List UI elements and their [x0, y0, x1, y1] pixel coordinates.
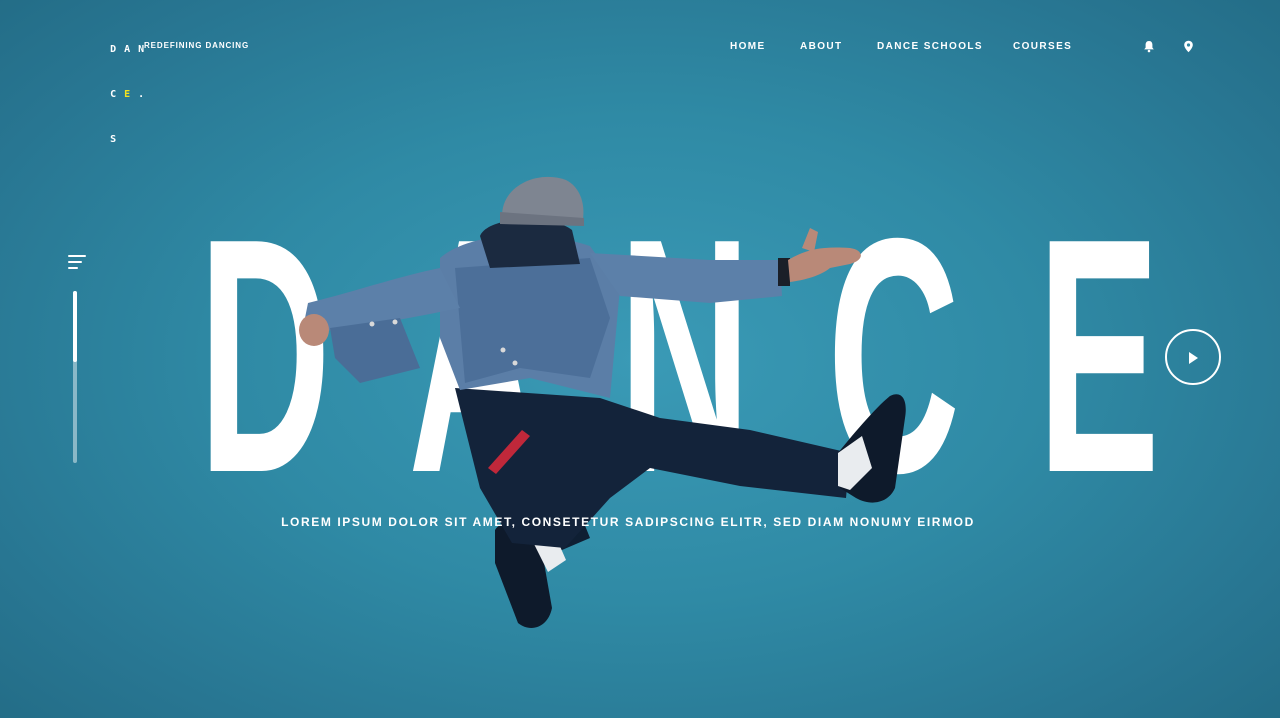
dancer-image [299, 176, 906, 628]
logo-letter: C [110, 89, 117, 100]
play-icon [1189, 352, 1198, 364]
nav-link-about[interactable]: ABOUT [800, 41, 843, 52]
logo-letter: . [138, 89, 145, 100]
hero-letter: D [198, 169, 332, 542]
logo-letter: S [110, 134, 117, 145]
nav-link-home[interactable]: HOME [730, 41, 766, 52]
nav-link-courses[interactable]: COURSES [1013, 41, 1072, 52]
scrollbar-thumb[interactable] [73, 291, 77, 362]
bell-icon[interactable] [1143, 40, 1157, 54]
hero-subtitle: LOREM IPSUM DOLOR SIT AMET, CONSETETUR S… [281, 515, 975, 529]
logo-row-2: CE. [86, 72, 144, 117]
play-button[interactable] [1165, 329, 1221, 385]
vertical-scrollbar[interactable] [73, 291, 77, 463]
main-nav: HOME ABOUT DANCE SCHOOLS COURSES [0, 41, 1280, 55]
hero-letter: E [1037, 169, 1160, 542]
nav-link-dance-schools[interactable]: DANCE SCHOOLS [877, 41, 983, 52]
menu-icon[interactable] [68, 254, 88, 272]
logo-letter-accent: E [124, 89, 131, 100]
logo-row-3: S [86, 117, 126, 162]
map-pin-icon[interactable] [1183, 40, 1197, 54]
